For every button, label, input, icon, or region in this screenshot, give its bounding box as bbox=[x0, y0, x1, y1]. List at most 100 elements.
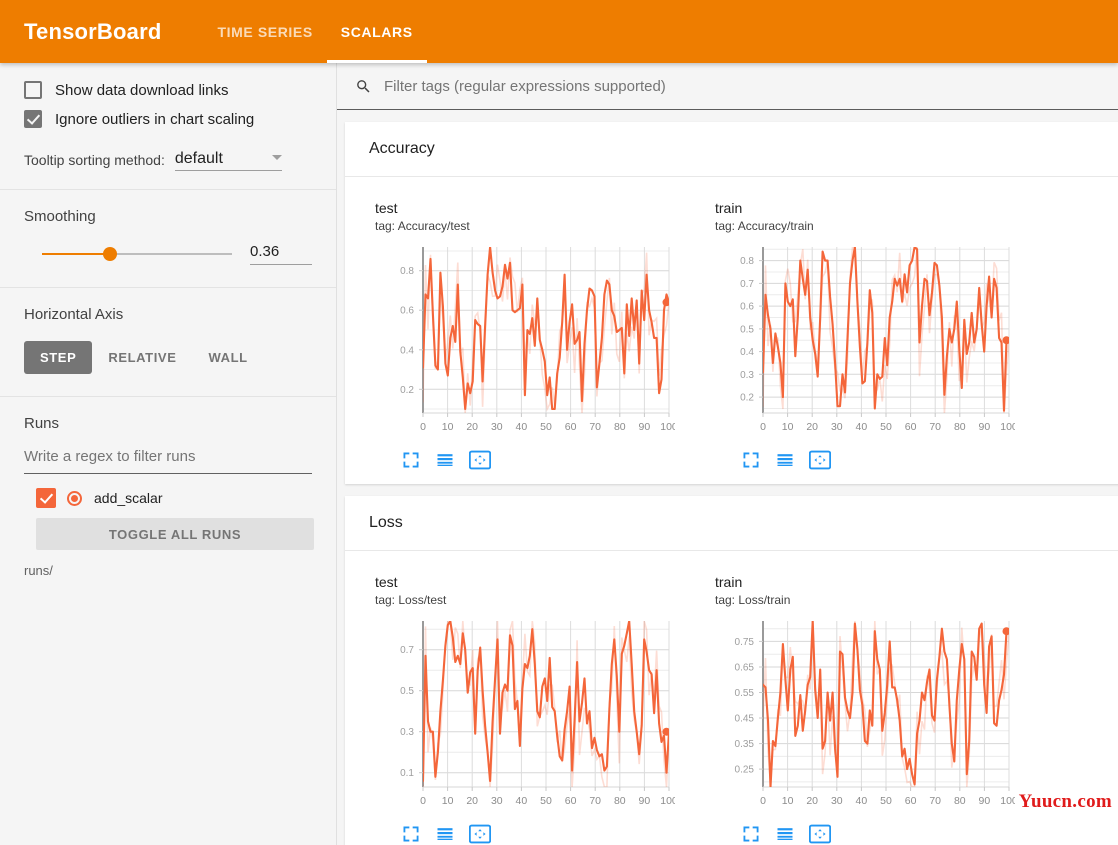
svg-text:20: 20 bbox=[806, 421, 818, 433]
tooltip-sorting-label: Tooltip sorting method: bbox=[24, 152, 165, 168]
display-options-section: Show data download links Ignore outliers… bbox=[0, 63, 336, 142]
reset-domain-icon[interactable] bbox=[469, 824, 491, 844]
svg-text:10: 10 bbox=[782, 795, 794, 807]
tooltip-sorting-select[interactable]: default bbox=[174, 150, 282, 171]
reset-domain-icon[interactable] bbox=[469, 450, 491, 470]
svg-text:0.6: 0.6 bbox=[400, 306, 414, 317]
svg-text:90: 90 bbox=[979, 795, 991, 807]
runs-section: Runs add_scalar TOGGLE ALL RUNS runs/ bbox=[0, 397, 336, 592]
card-accuracy-body: test tag: Accuracy/test 0.2 0.4 0.6 0.8 0 10 2… bbox=[345, 177, 1118, 484]
svg-text:0.6: 0.6 bbox=[740, 302, 754, 313]
tag-filter-bar bbox=[337, 63, 1118, 110]
chart-title: train bbox=[715, 574, 743, 591]
axis-option-wall[interactable]: WALL bbox=[192, 341, 263, 374]
runs-filter-input[interactable] bbox=[24, 444, 312, 474]
toggle-all-runs-button[interactable]: TOGGLE ALL RUNS bbox=[36, 518, 314, 550]
app-header: TensorBoard TIME SERIES SCALARS bbox=[0, 0, 1118, 63]
card-accuracy-title: Accuracy bbox=[345, 122, 1118, 177]
svg-text:30: 30 bbox=[491, 421, 503, 433]
svg-text:50: 50 bbox=[880, 421, 892, 433]
svg-text:90: 90 bbox=[639, 421, 651, 433]
axis-option-step[interactable]: STEP bbox=[24, 341, 93, 374]
tooltip-sorting-value: default bbox=[174, 150, 223, 167]
chart-cell-accuracy-test: test tag: Accuracy/test 0.2 0.4 0.6 0.8 0 10 2… bbox=[355, 191, 695, 474]
chart-cell-loss-train: train tag: Loss/train 0.25 0.35 0.45 0.55 0.… bbox=[695, 565, 1035, 845]
svg-text:0: 0 bbox=[760, 421, 766, 433]
log-scale-icon[interactable] bbox=[435, 450, 455, 470]
tag-filter-input[interactable] bbox=[382, 76, 1118, 96]
svg-text:70: 70 bbox=[929, 421, 941, 433]
chart-plot-accuracy-test[interactable]: 0.2 0.4 0.6 0.8 0 10 20 30 40 50 60 70 80 90 100 bbox=[375, 241, 683, 446]
reset-domain-icon[interactable] bbox=[809, 824, 831, 844]
chart-plot-loss-train[interactable]: 0.25 0.35 0.45 0.55 0.65 0.75 0 10 20 30 40 50 60 70 8… bbox=[715, 615, 1023, 820]
card-loss-body: test tag: Loss/test 0.1 0.3 0.5 0.7 0 10 20 30 4… bbox=[345, 551, 1118, 845]
smoothing-row: 0.36 bbox=[24, 243, 312, 265]
svg-text:0.4: 0.4 bbox=[400, 345, 414, 356]
svg-text:100: 100 bbox=[1000, 795, 1015, 807]
svg-text:0: 0 bbox=[420, 795, 426, 807]
svg-text:80: 80 bbox=[614, 421, 626, 433]
fit-domain-icon[interactable] bbox=[401, 824, 421, 844]
svg-text:40: 40 bbox=[516, 421, 528, 433]
ignore-outliers-checkbox-row[interactable]: Ignore outliers in chart scaling bbox=[24, 110, 312, 128]
fit-domain-icon[interactable] bbox=[741, 450, 761, 470]
axis-option-relative[interactable]: RELATIVE bbox=[92, 341, 192, 374]
chart-title: test bbox=[375, 200, 398, 216]
fit-domain-icon[interactable] bbox=[741, 824, 761, 844]
card-loss-title: Loss bbox=[345, 496, 1118, 552]
smoothing-slider-fill bbox=[42, 253, 111, 255]
tab-scalars[interactable]: SCALARS bbox=[326, 0, 427, 63]
show-download-links-checkbox[interactable] bbox=[24, 81, 42, 99]
run-color-dot-icon bbox=[67, 490, 82, 506]
horizontal-axis-options: STEP RELATIVE WALL bbox=[24, 341, 312, 374]
smoothing-slider-knob[interactable] bbox=[103, 247, 118, 261]
chart-title: test bbox=[375, 574, 398, 591]
svg-text:0.7: 0.7 bbox=[400, 646, 414, 657]
svg-text:70: 70 bbox=[589, 795, 601, 807]
runs-title: Runs bbox=[24, 415, 60, 432]
run-item-add_scalar[interactable]: add_scalar bbox=[24, 488, 312, 508]
svg-text:0.55: 0.55 bbox=[735, 688, 755, 699]
horizontal-axis-section: Horizontal Axis STEP RELATIVE WALL bbox=[0, 288, 336, 396]
chart-cell-accuracy-train: train tag: Accuracy/train 0.2 0.3 0.4 0.5 0.… bbox=[695, 191, 1035, 474]
chart-cell-loss-test: test tag: Loss/test 0.1 0.3 0.5 0.7 0 10 20 30 4… bbox=[355, 565, 695, 845]
show-download-links-checkbox-row[interactable]: Show data download links bbox=[24, 81, 312, 99]
reset-domain-icon[interactable] bbox=[809, 450, 831, 470]
smoothing-title: Smoothing bbox=[24, 208, 96, 225]
svg-text:0.45: 0.45 bbox=[735, 714, 755, 725]
svg-text:0.25: 0.25 bbox=[735, 765, 755, 776]
svg-text:0: 0 bbox=[760, 795, 766, 807]
ignore-outliers-checkbox[interactable] bbox=[24, 110, 42, 128]
svg-text:100: 100 bbox=[660, 795, 675, 807]
search-icon bbox=[355, 78, 372, 95]
svg-text:10: 10 bbox=[442, 421, 454, 433]
log-scale-icon[interactable] bbox=[435, 824, 455, 844]
smoothing-slider[interactable] bbox=[42, 247, 232, 261]
runs-path-label: runs/ bbox=[24, 563, 53, 578]
svg-text:0.2: 0.2 bbox=[740, 393, 754, 404]
smoothing-value-input[interactable]: 0.36 bbox=[250, 243, 312, 265]
card-accuracy: Accuracy test tag: Accuracy/test 0.2 0.4 0… bbox=[345, 122, 1118, 485]
svg-text:20: 20 bbox=[806, 795, 818, 807]
chart-plot-loss-test[interactable]: 0.1 0.3 0.5 0.7 0 10 20 30 40 50 60 70 80 90 100 bbox=[375, 615, 683, 820]
svg-text:30: 30 bbox=[831, 421, 843, 433]
svg-text:0.35: 0.35 bbox=[735, 739, 755, 750]
chart-plot-accuracy-train[interactable]: 0.2 0.3 0.4 0.5 0.6 0.7 0.8 0 10 20 30 40 50 60 70 80 90… bbox=[715, 241, 1023, 446]
svg-text:50: 50 bbox=[880, 795, 892, 807]
svg-text:0.5: 0.5 bbox=[740, 325, 754, 336]
show-download-links-label: Show data download links bbox=[55, 81, 229, 99]
tooltip-sorting-row: Tooltip sorting method: default bbox=[0, 142, 336, 189]
svg-text:70: 70 bbox=[929, 795, 941, 807]
log-scale-icon[interactable] bbox=[775, 824, 795, 844]
svg-text:0.7: 0.7 bbox=[740, 279, 754, 290]
run-checkbox[interactable] bbox=[36, 488, 56, 508]
charts-scroll-area[interactable]: Accuracy test tag: Accuracy/test 0.2 0.4 0… bbox=[337, 110, 1118, 845]
fit-domain-icon[interactable] bbox=[401, 450, 421, 470]
chart-tools bbox=[375, 824, 683, 844]
svg-text:80: 80 bbox=[614, 795, 626, 807]
tab-time-series[interactable]: TIME SERIES bbox=[203, 0, 326, 63]
log-scale-icon[interactable] bbox=[775, 450, 795, 470]
svg-text:60: 60 bbox=[905, 795, 917, 807]
svg-text:80: 80 bbox=[954, 421, 966, 433]
svg-text:0.5: 0.5 bbox=[400, 687, 414, 698]
